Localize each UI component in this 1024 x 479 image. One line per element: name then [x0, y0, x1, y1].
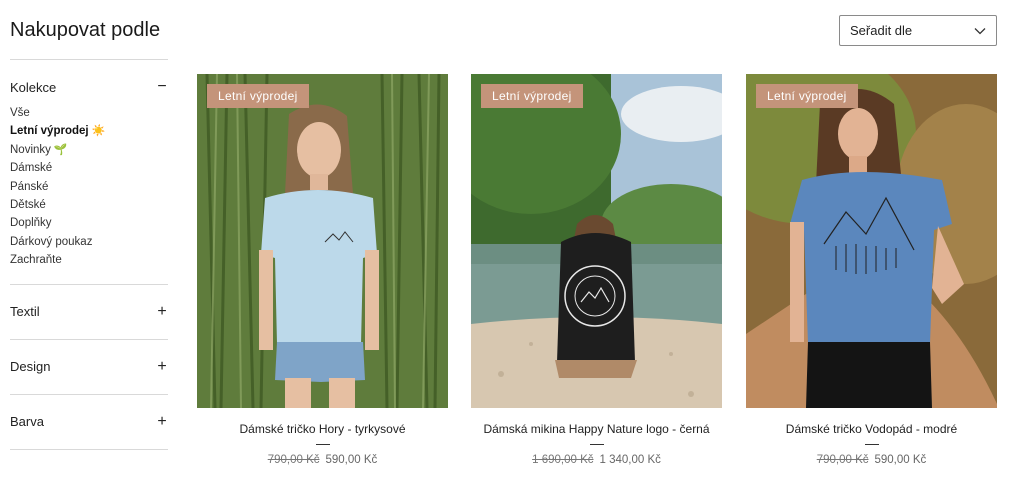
old-price: 790,00 Kč: [267, 454, 320, 466]
product-photo: [471, 74, 722, 408]
product-price: 1 690,00 Kč 1 340,00 Kč: [471, 454, 722, 466]
facet-textil[interactable]: Textil +: [10, 285, 168, 339]
collection-item-darkovy-poukaz[interactable]: Dárkový poukaz: [10, 233, 168, 251]
divider: [315, 444, 330, 445]
collection-item-doplnky[interactable]: Doplňky: [10, 214, 168, 232]
sale-price: 1 340,00 Kč: [599, 454, 661, 466]
sale-price: 590,00 Kč: [325, 454, 378, 466]
seedling-icon: 🌱: [53, 143, 68, 156]
sale-badge: Letní výprodej: [481, 84, 583, 108]
filter-sidebar: Nakupovat podle Kolekce − Vše Letní výpr…: [10, 18, 168, 450]
collection-item-letni-vyprodej[interactable]: Letní výprodej ☀️: [10, 122, 168, 140]
sun-icon: ☀️: [91, 125, 106, 138]
collection-list: Vše Letní výprodej ☀️ Novinky 🌱 Dámské Pán…: [10, 104, 168, 284]
product-image[interactable]: Letní výprodej: [746, 74, 997, 408]
product-price: 790,00 Kč 590,00 Kč: [746, 454, 997, 466]
sort-dropdown[interactable]: Seřadit dle: [839, 15, 997, 46]
sidebar-title: Nakupovat podle: [10, 19, 161, 41]
product-photo: [746, 74, 997, 408]
collapse-icon[interactable]: −: [156, 78, 168, 96]
sale-badge: Letní výprodej: [756, 84, 858, 108]
facet-barva[interactable]: Barva +: [10, 395, 168, 449]
facet-label: Kolekce: [10, 79, 57, 95]
product-price: 790,00 Kč 590,00 Kč: [197, 454, 448, 466]
collection-item-detske[interactable]: Dětské: [10, 196, 168, 214]
collection-item-zachrante[interactable]: Zachraňte: [10, 251, 168, 269]
product-card: Letní výprodej Dámská mikina Happy Natur…: [471, 74, 722, 466]
product-name[interactable]: Dámská mikina Happy Nature logo - černá: [471, 422, 722, 436]
facet-label: Textil: [10, 304, 40, 320]
product-card: Letní výprodej Dámské tričko Vodopád - m…: [746, 74, 997, 466]
expand-icon[interactable]: +: [156, 413, 168, 431]
collection-item-novinky[interactable]: Novinky 🌱: [10, 141, 168, 159]
expand-icon[interactable]: +: [156, 358, 168, 376]
product-card: Letní výprodej Dámské tričko Hory - tyrk…: [197, 74, 448, 466]
collection-item-damske[interactable]: Dámské: [10, 159, 168, 177]
divider: [10, 448, 168, 450]
expand-icon[interactable]: +: [156, 303, 168, 321]
sale-badge: Letní výprodej: [207, 84, 309, 108]
facet-design[interactable]: Design +: [10, 340, 168, 394]
product-photo: [197, 74, 448, 408]
collection-item-vse[interactable]: Vše: [10, 104, 168, 122]
facet-label: Design: [10, 359, 51, 375]
old-price: 1 690,00 Kč: [532, 454, 594, 466]
sort-label: Seřadit dle: [850, 23, 913, 38]
old-price: 790,00 Kč: [816, 454, 869, 466]
product-image[interactable]: Letní výprodej: [471, 74, 722, 408]
collection-item-panske[interactable]: Pánské: [10, 178, 168, 196]
chevron-down-icon: [974, 27, 986, 34]
product-name[interactable]: Dámské tričko Hory - tyrkysové: [197, 422, 448, 436]
divider: [589, 444, 604, 445]
divider: [864, 444, 879, 445]
sale-price: 590,00 Kč: [874, 454, 927, 466]
product-name[interactable]: Dámské tričko Vodopád - modré: [746, 422, 997, 436]
product-image[interactable]: Letní výprodej: [197, 74, 448, 408]
facet-label: Barva: [10, 414, 44, 430]
